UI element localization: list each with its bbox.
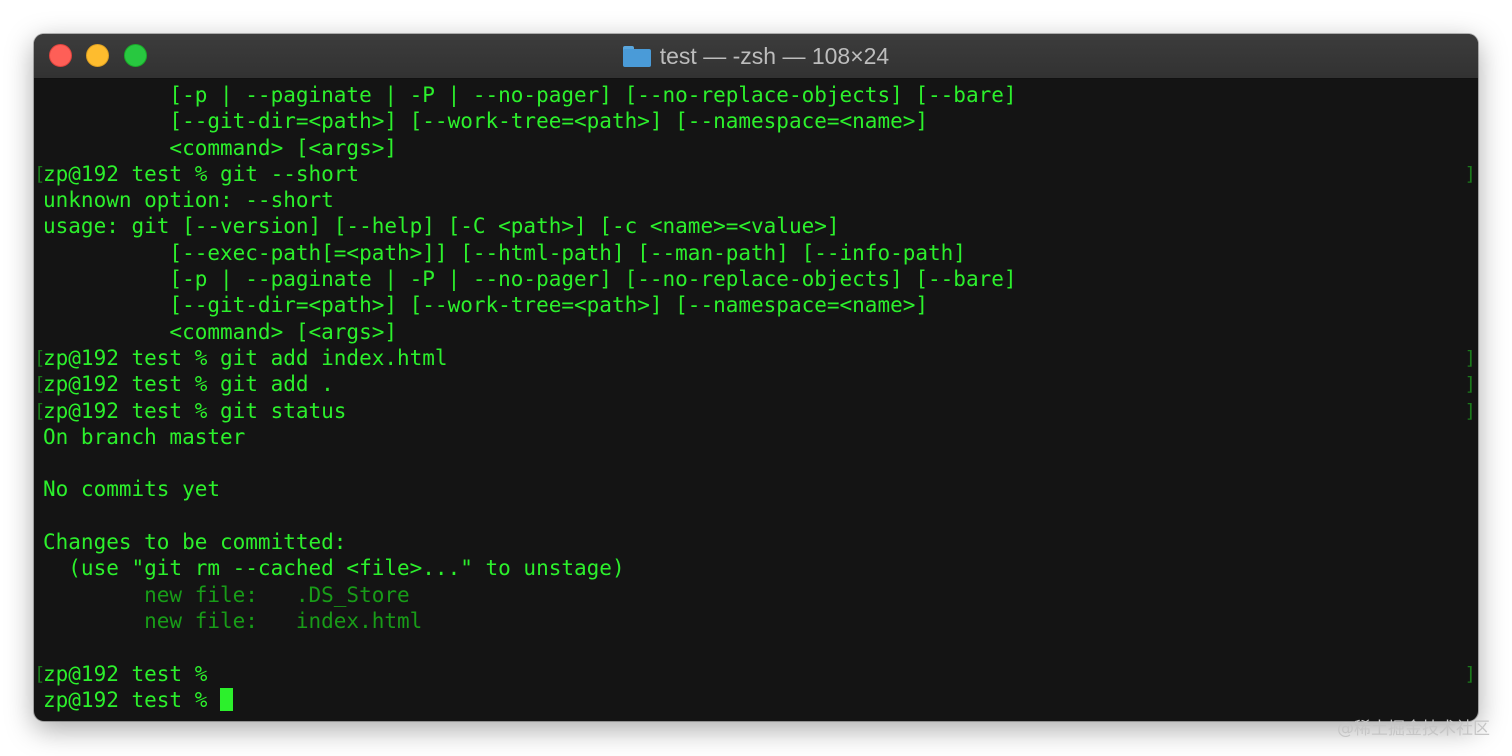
output-line: <command> [<args>] [34, 319, 1478, 345]
line-text: unknown option: --short [43, 188, 334, 213]
line-text: zp@192 test % git add . [43, 372, 334, 397]
line-text: usage: git [--version] [--help] [-C <pat… [43, 214, 840, 239]
line-text: [--exec-path[=<path>]] [--html-path] [--… [43, 240, 966, 265]
terminal-window: test — -zsh — 108×24 [-p | --paginate | … [34, 34, 1478, 721]
line-text: (use "git rm --cached <file>..." to unst… [43, 556, 625, 581]
output-line: On branch master [34, 424, 1478, 450]
output-line: (use "git rm --cached <file>..." to unst… [34, 555, 1478, 581]
output-line: [--exec-path[=<path>]] [--html-path] [--… [34, 240, 1478, 266]
window-title: test — -zsh — 108×24 [659, 42, 890, 69]
output-line: [-p | --paginate | -P | --no-pager] [--n… [34, 266, 1478, 292]
prompt-line: [] zp@192 test % git add index.html [34, 345, 1478, 371]
prompt-bracket-right: ] [1464, 346, 1476, 369]
prompt-line: [] zp@192 test % [34, 661, 1478, 687]
folder-icon [622, 45, 651, 67]
line-text: <command> [<args>] [43, 135, 398, 160]
prompt-bracket-right: ] [1464, 162, 1476, 185]
line-text: zp@192 test % [43, 661, 221, 686]
prompt-bracket-right: ] [1464, 662, 1476, 685]
active-prompt-container: zp@192 test % [43, 687, 234, 713]
output-line: [--git-dir=<path>] [--work-tree=<path>] … [34, 108, 1478, 134]
prompt-line: [] zp@192 test % git add . [34, 371, 1478, 397]
line-text: new file: index.html [43, 608, 423, 633]
line-text: Changes to be committed: [43, 530, 347, 555]
line-text: <command> [<args>] [43, 319, 398, 344]
line-text: zp@192 test % git add index.html [43, 345, 448, 370]
text-cursor [220, 687, 234, 711]
prompt-line: [] zp@192 test % git --short [34, 161, 1478, 187]
terminal-output[interactable]: [-p | --paginate | -P | --no-pager] [--n… [34, 79, 1478, 721]
line-text: zp@192 test % git status [43, 398, 347, 423]
prompt-bracket-right: ] [1464, 373, 1476, 396]
output-line: <command> [<args>] [34, 135, 1478, 161]
output-line: Changes to be committed: [34, 529, 1478, 555]
output-line: unknown option: --short [34, 187, 1478, 213]
line-text: zp@192 test % git --short [43, 161, 360, 186]
window-title-group: test — -zsh — 108×24 [34, 34, 1478, 78]
title-bar[interactable]: test — -zsh — 108×24 [34, 34, 1478, 79]
watermark: @稀土掘金技术社区 [1337, 719, 1490, 739]
line-text: No commits yet [43, 477, 221, 502]
line-text: On branch master [43, 424, 246, 449]
output-line: usage: git [--version] [--help] [-C <pat… [34, 213, 1478, 239]
output-line: new file: index.html [34, 608, 1478, 634]
output-line: [-p | --paginate | -P | --no-pager] [--n… [34, 82, 1478, 108]
line-text: [-p | --paginate | -P | --no-pager] [--n… [43, 83, 1017, 107]
line-text: [-p | --paginate | -P | --no-pager] [--n… [43, 267, 1017, 292]
line-text: [--git-dir=<path>] [--work-tree=<path>] … [43, 109, 929, 134]
line-text: [--git-dir=<path>] [--work-tree=<path>] … [43, 293, 929, 318]
prompt-bracket-right: ] [1464, 399, 1476, 422]
line-text: new file: .DS_Store [43, 582, 410, 607]
output-line: [--git-dir=<path>] [--work-tree=<path>] … [34, 292, 1478, 318]
prompt-line: [] zp@192 test % git status [34, 398, 1478, 424]
active-prompt-line[interactable]: zp@192 test % [34, 687, 1478, 713]
output-line: new file: .DS_Store [34, 582, 1478, 608]
active-prompt: zp@192 test % [43, 687, 221, 712]
output-line: No commits yet [34, 476, 1478, 502]
